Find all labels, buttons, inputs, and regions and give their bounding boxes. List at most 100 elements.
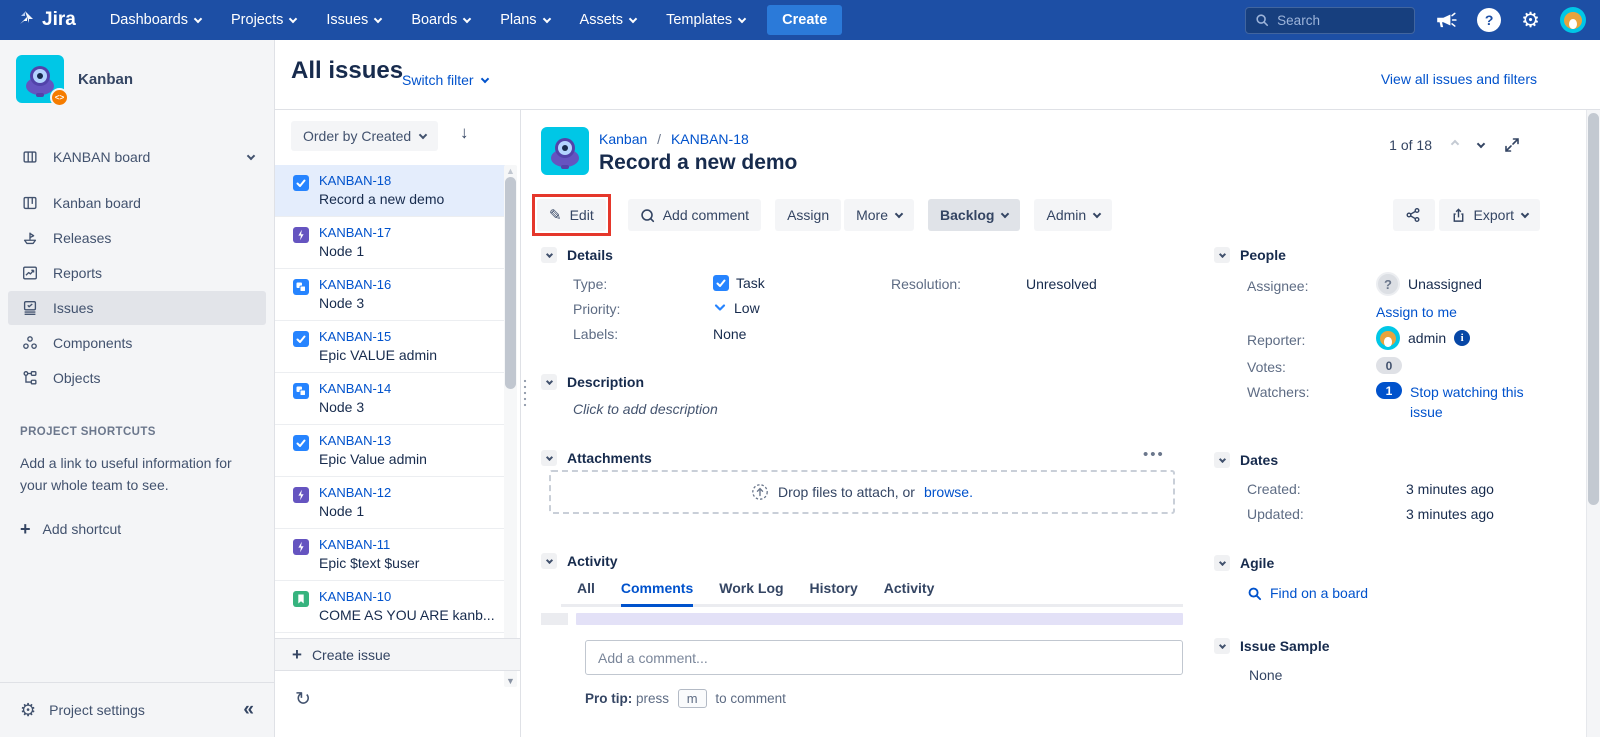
breadcrumb-issue-link[interactable]: KANBAN-18 bbox=[671, 131, 749, 147]
scroll-up-arrow-icon[interactable]: ▲ bbox=[504, 166, 517, 176]
nav-item-plans[interactable]: Plans bbox=[500, 12, 549, 28]
refresh-icon[interactable]: ↻ bbox=[295, 688, 311, 711]
project-settings-button[interactable]: Project settings bbox=[49, 702, 145, 718]
more-dropdown[interactable]: More bbox=[844, 199, 914, 231]
sidebar-item-objects[interactable]: Objects bbox=[8, 361, 266, 395]
reporter-info-icon[interactable]: i bbox=[1454, 330, 1470, 346]
agile-collapse-icon[interactable] bbox=[1214, 555, 1230, 571]
stop-watching-link[interactable]: Stop watching this issue bbox=[1410, 382, 1560, 423]
list-item[interactable]: KANBAN-18 Record a new demo bbox=[275, 165, 505, 217]
sidebar-item-reports[interactable]: Reports bbox=[8, 256, 266, 290]
issue-key-link[interactable]: KANBAN-16 bbox=[319, 277, 391, 292]
sort-direction-icon[interactable]: ↓ bbox=[460, 123, 469, 143]
tab-work-log[interactable]: Work Log bbox=[719, 580, 783, 596]
attachments-collapse-icon[interactable] bbox=[541, 450, 557, 466]
nav-item-assets[interactable]: Assets bbox=[580, 12, 637, 28]
search-input[interactable] bbox=[1277, 13, 1387, 28]
list-item[interactable]: KANBAN-14 Node 3 bbox=[275, 373, 505, 425]
jira-logo[interactable]: Jira bbox=[14, 9, 76, 31]
sidebar-item-kanban-board-switcher[interactable]: KANBAN board bbox=[8, 140, 266, 174]
reporter-avatar[interactable] bbox=[1376, 326, 1400, 350]
list-item[interactable]: KANBAN-15 Epic VALUE admin bbox=[275, 321, 505, 373]
list-item[interactable]: KANBAN-16 Node 3 bbox=[275, 269, 505, 321]
main-scrollbar-thumb[interactable] bbox=[1588, 113, 1599, 505]
issue-key-link[interactable]: KANBAN-17 bbox=[319, 225, 391, 240]
sidebar-item-releases[interactable]: Releases bbox=[8, 221, 266, 255]
collapse-sidebar-icon[interactable]: « bbox=[243, 699, 254, 721]
expand-fullscreen-icon[interactable] bbox=[1504, 137, 1520, 153]
votes-badge[interactable]: 0 bbox=[1376, 357, 1402, 374]
settings-gear-icon[interactable]: ⚙ bbox=[1521, 10, 1540, 31]
description-collapse-icon[interactable] bbox=[541, 374, 557, 390]
main-scrollbar[interactable] bbox=[1586, 110, 1600, 737]
scrollbar-thumb[interactable] bbox=[505, 177, 516, 389]
sidebar-item-components[interactable]: Components bbox=[8, 326, 266, 360]
previous-issue-icon[interactable] bbox=[1451, 139, 1459, 147]
issue-key-link[interactable]: KANBAN-14 bbox=[319, 381, 391, 396]
view-all-issues-link[interactable]: View all issues and filters bbox=[1381, 71, 1537, 87]
list-item[interactable]: KANBAN-13 Epic Value admin bbox=[275, 425, 505, 477]
issue-key-link[interactable]: KANBAN-18 bbox=[319, 173, 444, 188]
browse-link[interactable]: browse. bbox=[924, 484, 973, 500]
nav-item-dashboards[interactable]: Dashboards bbox=[110, 12, 201, 28]
issue-key-link[interactable]: KANBAN-10 bbox=[319, 589, 495, 604]
export-dropdown[interactable]: Export bbox=[1439, 199, 1540, 231]
issue-key-link[interactable]: KANBAN-11 bbox=[319, 537, 419, 552]
tab-all[interactable]: All bbox=[577, 580, 595, 596]
project-type-badge-icon: <> bbox=[50, 88, 69, 107]
people-collapse-icon[interactable] bbox=[1214, 247, 1230, 263]
list-item[interactable]: KANBAN-17 Node 1 bbox=[275, 217, 505, 269]
list-item[interactable]: KANBAN-10 COME AS YOU ARE kanb... bbox=[275, 581, 505, 633]
nav-item-boards[interactable]: Boards bbox=[411, 12, 470, 28]
status-backlog-dropdown[interactable]: Backlog bbox=[928, 199, 1020, 231]
nav-item-issues[interactable]: Issues bbox=[326, 12, 381, 28]
edit-button[interactable]: ✎ Edit bbox=[537, 199, 606, 231]
create-issue-button[interactable]: + Create issue bbox=[275, 638, 520, 671]
tab-history[interactable]: History bbox=[810, 580, 858, 596]
reporter-value[interactable]: admin bbox=[1408, 330, 1446, 346]
global-search[interactable] bbox=[1245, 7, 1415, 34]
dates-collapse-icon[interactable] bbox=[1214, 452, 1230, 468]
nav-item-projects[interactable]: Projects bbox=[231, 12, 296, 28]
issue-list-scrollbar[interactable]: ▲ ▼ bbox=[504, 165, 517, 687]
tab-activity[interactable]: Activity bbox=[884, 580, 935, 596]
activity-collapse-icon[interactable] bbox=[541, 553, 557, 569]
switch-filter-dropdown[interactable]: Switch filter bbox=[402, 72, 488, 88]
assign-to-me-link[interactable]: Assign to me bbox=[1376, 304, 1457, 320]
attachments-menu-icon[interactable]: ••• bbox=[1143, 446, 1165, 463]
sidebar-item-kanban-board[interactable]: Kanban board bbox=[8, 186, 266, 220]
admin-dropdown[interactable]: Admin bbox=[1034, 199, 1112, 231]
assign-button[interactable]: Assign bbox=[775, 199, 841, 231]
breadcrumb-project-link[interactable]: Kanban bbox=[599, 131, 647, 147]
watchers-badge[interactable]: 1 bbox=[1376, 382, 1402, 399]
add-comment-input[interactable] bbox=[585, 640, 1183, 675]
order-by-dropdown[interactable]: Order by Created bbox=[291, 121, 438, 151]
issue-key-link[interactable]: KANBAN-13 bbox=[319, 433, 427, 448]
issue-key-link[interactable]: KANBAN-12 bbox=[319, 485, 391, 500]
attachment-dropzone[interactable]: Drop files to attach, or browse. bbox=[549, 470, 1175, 514]
find-on-board-link[interactable]: Find on a board bbox=[1270, 585, 1368, 601]
details-collapse-icon[interactable] bbox=[541, 247, 557, 263]
list-item[interactable]: KANBAN-11 Epic $text $user bbox=[275, 529, 505, 581]
issue-list-panel: Order by Created ↓ KANBAN-18 Record a ne… bbox=[275, 110, 520, 737]
help-icon[interactable]: ? bbox=[1477, 8, 1501, 32]
sidebar-item-issues[interactable]: Issues bbox=[8, 291, 266, 325]
next-issue-icon[interactable] bbox=[1477, 139, 1485, 147]
type-value[interactable]: Task bbox=[736, 275, 765, 291]
megaphone-icon[interactable] bbox=[1435, 10, 1457, 30]
list-item[interactable]: KANBAN-12 Node 1 bbox=[275, 477, 505, 529]
issue-sample-collapse-icon[interactable] bbox=[1214, 638, 1230, 654]
create-button[interactable]: Create bbox=[767, 5, 842, 35]
add-shortcut-button[interactable]: + Add shortcut bbox=[20, 519, 254, 540]
add-comment-button[interactable]: Add comment bbox=[628, 199, 761, 231]
description-placeholder[interactable]: Click to add description bbox=[573, 401, 718, 417]
project-avatar[interactable]: <> bbox=[16, 55, 64, 103]
share-button[interactable] bbox=[1393, 199, 1435, 231]
panel-resize-handle[interactable] bbox=[523, 378, 527, 408]
issue-key-link[interactable]: KANBAN-15 bbox=[319, 329, 437, 344]
tab-comments[interactable]: Comments bbox=[621, 580, 693, 596]
nav-item-templates[interactable]: Templates bbox=[666, 12, 745, 28]
scroll-down-arrow-icon[interactable]: ▼ bbox=[504, 676, 517, 686]
user-avatar[interactable] bbox=[1560, 7, 1586, 33]
priority-value[interactable]: Low bbox=[734, 300, 760, 316]
